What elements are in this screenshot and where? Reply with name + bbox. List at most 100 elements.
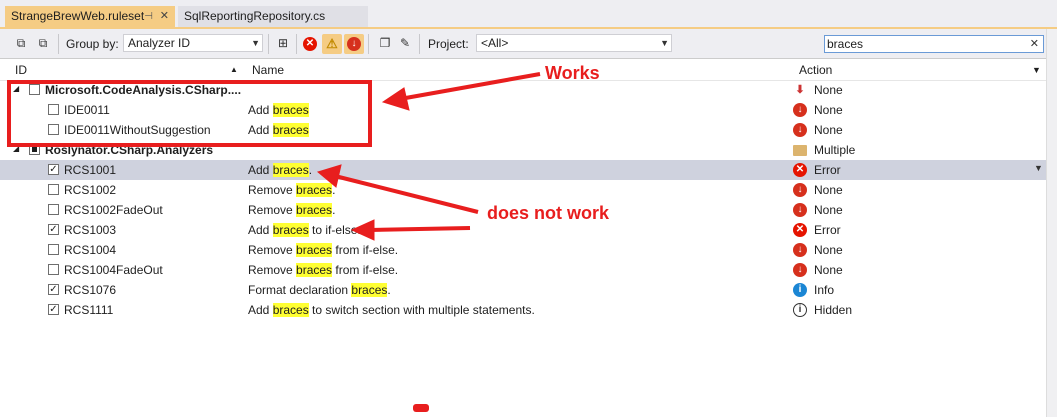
action-value[interactable]: Hidden xyxy=(814,303,852,317)
rule-row[interactable]: RCS1004 Remove braces from if-else. ↓ None xyxy=(0,240,1046,260)
action-value[interactable]: Info xyxy=(814,283,834,297)
action-value[interactable]: None xyxy=(814,243,843,257)
rule-name-suffix: from if-else. xyxy=(332,243,399,257)
chevron-down-icon[interactable]: ▼ xyxy=(1034,163,1043,173)
rule-checkbox[interactable] xyxy=(48,184,59,195)
action-value[interactable]: None xyxy=(814,83,843,97)
rule-checkbox[interactable]: ✓ xyxy=(48,224,59,235)
open-icon[interactable]: ❐ xyxy=(378,36,392,50)
none-icon: ↓ xyxy=(793,123,807,137)
rule-name-prefix: Remove xyxy=(248,203,297,217)
rule-name-prefix: Remove xyxy=(248,263,297,277)
rule-row[interactable]: ✓ RCS1111 Add braces to switch section wit… xyxy=(0,300,1046,320)
action-value[interactable]: None xyxy=(814,103,843,117)
search-match-highlight: braces xyxy=(272,303,309,317)
rule-id: RCS1002FadeOut xyxy=(64,203,163,217)
group-by-dropdown[interactable]: Analyzer ID ▼ xyxy=(123,34,263,52)
sort-ascending-icon: ▲ xyxy=(230,65,238,74)
tab-label: StrangeBrewWeb.ruleset xyxy=(11,9,145,23)
rule-name: Format declaration braces. xyxy=(248,283,391,297)
rule-checkbox[interactable] xyxy=(48,244,59,255)
search-match-highlight: braces xyxy=(296,243,333,257)
rule-checkbox[interactable]: ✓ xyxy=(48,164,59,175)
search-value: braces xyxy=(827,37,864,51)
none-icon: ↓ xyxy=(347,37,361,51)
rule-row[interactable]: RCS1002 Remove braces. ↓ None xyxy=(0,180,1046,200)
action-value[interactable]: None xyxy=(814,203,843,217)
hidden-icon: i xyxy=(793,303,807,317)
search-input[interactable]: braces ✕ xyxy=(824,35,1044,53)
search-match-highlight: braces xyxy=(351,283,388,297)
close-icon[interactable]: ✕ xyxy=(160,6,169,27)
action-value[interactable]: None xyxy=(814,123,843,137)
search-match-highlight: braces xyxy=(296,183,333,197)
show-errors-button[interactable]: ✕ xyxy=(300,34,320,54)
toolbar-separator xyxy=(296,34,297,54)
rule-name-prefix: Remove xyxy=(248,243,297,257)
rule-checkbox[interactable]: ✓ xyxy=(48,304,59,315)
rule-name: Remove braces. xyxy=(248,183,335,197)
clear-search-icon[interactable]: ✕ xyxy=(1030,36,1039,52)
rule-checkbox[interactable]: ✓ xyxy=(48,284,59,295)
toolbar-separator xyxy=(58,34,59,54)
show-warnings-button[interactable]: ⚠ xyxy=(322,34,342,54)
rule-checkbox[interactable] xyxy=(48,264,59,275)
pin-icon[interactable]: ⊣ xyxy=(144,6,153,27)
chevron-down-icon[interactable]: ▼ xyxy=(1032,65,1041,75)
rule-name: Add braces. xyxy=(248,163,312,177)
rule-id: RCS1111 xyxy=(64,303,114,317)
action-value[interactable]: None xyxy=(814,183,843,197)
rule-name: Add braces to if-else. xyxy=(248,223,361,237)
toolbar-separator xyxy=(419,34,420,54)
expand-all-icon[interactable]: ⧉ xyxy=(14,36,28,50)
action-value[interactable]: Error xyxy=(814,223,841,237)
show-none-button[interactable]: ↓ xyxy=(344,34,364,54)
rule-row[interactable]: RCS1004FadeOut Remove braces from if-else… xyxy=(0,260,1046,280)
column-name[interactable]: Name xyxy=(252,63,284,77)
rule-name-suffix: . xyxy=(308,163,313,177)
rule-name: Add braces to switch section with multip… xyxy=(248,303,535,317)
none-icon: ↓ xyxy=(793,243,807,257)
rule-row[interactable]: ✓ RCS1076 Format declaration braces. i Info xyxy=(0,280,1046,300)
search-match-highlight: braces xyxy=(296,263,333,277)
tab-strangebrewweb-ruleset[interactable]: StrangeBrewWeb.ruleset ⊣ ✕ xyxy=(5,6,175,27)
none-icon: ↓ xyxy=(793,263,807,277)
tab-sqlreportingrepository[interactable]: SqlReportingRepository.cs xyxy=(178,6,368,27)
project-label: Project: xyxy=(428,37,469,51)
tab-label: SqlReportingRepository.cs xyxy=(184,9,326,23)
column-action[interactable]: Action xyxy=(799,63,832,77)
rule-name-prefix: Remove xyxy=(248,183,297,197)
rule-name: Remove braces. xyxy=(248,203,335,217)
rule-id: RCS1002 xyxy=(64,183,117,197)
action-value[interactable]: None xyxy=(814,263,843,277)
none-icon: ↓ xyxy=(793,203,807,217)
rule-id: RCS1004 xyxy=(64,243,117,257)
search-match-highlight: braces xyxy=(296,203,333,217)
action-value[interactable]: Error xyxy=(814,163,841,177)
action-value[interactable]: Multiple xyxy=(814,143,855,157)
does-not-work-annotation: does not work xyxy=(487,203,610,223)
search-match-highlight: braces xyxy=(272,163,309,177)
filter-icon[interactable]: ⊞ xyxy=(276,36,290,50)
error-icon: ✕ xyxy=(793,163,807,177)
rule-row[interactable]: ✓ RCS1001 Add braces. ✕ Error ▼ xyxy=(0,160,1046,180)
collapse-all-icon[interactable]: ⧉ xyxy=(36,36,50,50)
column-id[interactable]: ID xyxy=(15,63,27,77)
rule-checkbox[interactable] xyxy=(48,204,59,215)
rule-name: Remove braces from if-else. xyxy=(248,243,398,257)
vertical-scrollbar[interactable] xyxy=(1046,29,1057,417)
ruleset-toolbar: ⧉ ⧉ Group by: Analyzer ID ▼ ⊞ ✕ ⚠ ↓ ❐ ✎ … xyxy=(0,29,1057,59)
wrench-icon[interactable]: ✎ xyxy=(398,36,412,50)
chevron-down-icon: ▼ xyxy=(660,38,669,48)
error-icon: ✕ xyxy=(793,223,807,237)
project-dropdown[interactable]: <All> ▼ xyxy=(476,34,672,52)
annotation-marker xyxy=(413,404,429,412)
rule-name-suffix: to switch section with multiple statemen… xyxy=(308,303,535,317)
rule-name-suffix: to if-else. xyxy=(308,223,361,237)
rule-name: Remove braces from if-else. xyxy=(248,263,398,277)
rule-name-suffix: from if-else. xyxy=(332,263,399,277)
search-match-highlight: braces xyxy=(272,223,309,237)
column-header: ID ▲ Name Action ▼ xyxy=(0,60,1046,81)
group-by-label: Group by: xyxy=(66,37,119,51)
rule-id: RCS1004FadeOut xyxy=(64,263,163,277)
